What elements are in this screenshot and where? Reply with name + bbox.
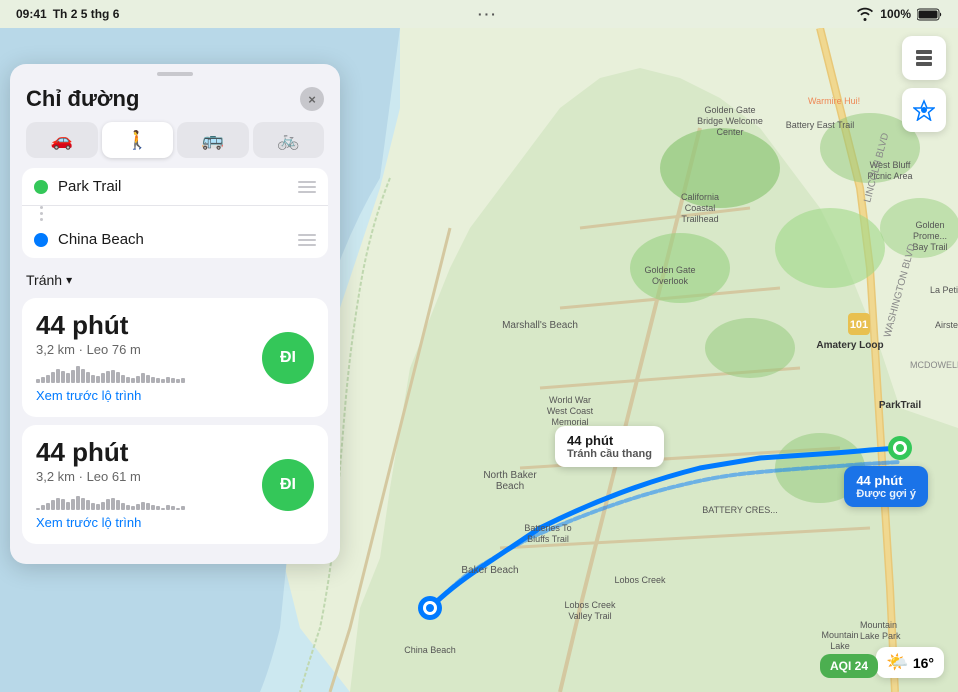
- svg-text:Marshall's Beach: Marshall's Beach: [502, 320, 578, 331]
- to-label: China Beach: [58, 231, 288, 248]
- aqi-label: AQI 24: [830, 659, 868, 673]
- svg-text:Airste...: Airste...: [935, 320, 958, 330]
- route-callout-1: 44 phút Tránh cầu thang: [555, 426, 664, 467]
- svg-text:MCDOWELL ST: MCDOWELL ST: [910, 360, 958, 370]
- route2-preview-link[interactable]: Xem trước lộ trình: [36, 515, 141, 530]
- tab-transit[interactable]: 🚌: [177, 122, 249, 158]
- svg-text:Lobos Creek: Lobos Creek: [564, 600, 616, 610]
- svg-text:Valley Trail: Valley Trail: [568, 611, 611, 621]
- route-option-2: 44 phút 3,2 km · Leo 61 m Xem trước lộ t…: [22, 425, 328, 544]
- callout1-detail: Tránh cầu thang: [567, 448, 652, 460]
- svg-text:Coastal: Coastal: [685, 203, 716, 213]
- time-display: 09:41: [16, 7, 47, 21]
- avoid-row: Tránh ▾: [10, 266, 340, 298]
- svg-text:Mountain: Mountain: [860, 620, 897, 630]
- from-drag[interactable]: [298, 181, 316, 193]
- svg-text:Battery East Trail: Battery East Trail: [786, 120, 855, 130]
- avoid-label: Tránh: [26, 272, 62, 288]
- dots-menu: ···: [478, 6, 498, 22]
- panel-header: Chỉ đường ×: [10, 76, 340, 118]
- svg-text:101: 101: [850, 319, 868, 331]
- status-right: 100%: [856, 7, 942, 21]
- car-icon: 🚗: [51, 130, 73, 151]
- svg-text:Beach: Beach: [496, 481, 524, 492]
- route-callout-2: 44 phút Được gợi ý: [844, 466, 928, 507]
- callout1-time: 44 phút: [567, 433, 652, 448]
- svg-text:Center: Center: [716, 127, 743, 137]
- svg-text:Overlook: Overlook: [652, 276, 689, 286]
- avoid-button[interactable]: Tránh ▾: [26, 272, 72, 288]
- battery-display: 100%: [880, 7, 911, 21]
- aqi-badge: AQI 24: [820, 654, 878, 678]
- svg-text:Warmire Hui!: Warmire Hui!: [808, 96, 860, 106]
- svg-text:Lake Park: Lake Park: [860, 631, 901, 641]
- tab-car[interactable]: 🚗: [26, 122, 98, 158]
- wifi-icon: [856, 7, 874, 21]
- walk-icon: 🚶: [126, 130, 148, 151]
- to-drag[interactable]: [298, 234, 316, 246]
- to-dot: [34, 233, 48, 247]
- date-display: Th 2 5 thg 6: [53, 7, 120, 21]
- route1-go-button[interactable]: ĐI: [262, 332, 314, 384]
- transport-tabs: 🚗 🚶 🚌 🚲: [10, 118, 340, 168]
- weather-temp: 16°: [913, 655, 934, 671]
- directions-panel: Chỉ đường × 🚗 🚶 🚌 🚲 Park Trail: [10, 64, 340, 564]
- svg-text:Bridge Welcome: Bridge Welcome: [697, 116, 763, 126]
- svg-text:Golden Gate: Golden Gate: [644, 265, 695, 275]
- map-area[interactable]: Golden Gate Bridge Welcome Center Batter…: [0, 28, 958, 692]
- svg-text:Golden Gate: Golden Gate: [704, 105, 755, 115]
- svg-text:California: California: [681, 192, 719, 202]
- svg-text:Lobos Creek: Lobos Creek: [614, 575, 666, 585]
- tab-bike[interactable]: 🚲: [253, 122, 325, 158]
- from-label: Park Trail: [58, 178, 288, 195]
- route2-go-button[interactable]: ĐI: [262, 459, 314, 511]
- svg-text:Bluffs Trail: Bluffs Trail: [527, 534, 569, 544]
- weather-badge: 🌤️ 16°: [876, 647, 944, 678]
- svg-text:Mountain: Mountain: [821, 630, 858, 640]
- svg-text:ParkTrail: ParkTrail: [879, 400, 921, 411]
- route-to: China Beach: [22, 221, 328, 258]
- svg-text:Golden: Golden: [915, 220, 944, 230]
- callout2-time: 44 phút: [856, 473, 916, 488]
- close-button[interactable]: ×: [300, 87, 324, 111]
- svg-text:Baker Beach: Baker Beach: [461, 565, 518, 576]
- route-from: Park Trail: [22, 168, 328, 206]
- chevron-down-icon: ▾: [66, 273, 72, 287]
- svg-text:La Petite Balein: La Petite Balein: [930, 285, 958, 295]
- tab-walk[interactable]: 🚶: [102, 122, 174, 158]
- route-option-1: 44 phút 3,2 km · Leo 76 m Xem trước lộ t…: [22, 298, 328, 417]
- location-button[interactable]: [902, 88, 946, 132]
- status-center: ···: [478, 6, 498, 22]
- callout2-detail: Được gợi ý: [856, 488, 916, 500]
- panel-title: Chỉ đường: [26, 86, 139, 112]
- svg-text:World War: World War: [549, 395, 591, 405]
- route-points: Park Trail China Beach: [22, 168, 328, 258]
- route-connector: [22, 206, 328, 221]
- map-layers-button[interactable]: [902, 36, 946, 80]
- weather-icon: 🌤️: [886, 652, 908, 673]
- svg-text:North Baker: North Baker: [483, 470, 537, 481]
- layers-icon: [913, 47, 935, 69]
- svg-text:Bay Trail: Bay Trail: [912, 242, 947, 252]
- location-icon: [913, 99, 935, 121]
- bike-icon: 🚲: [277, 130, 299, 151]
- status-bar: 09:41 Th 2 5 thg 6 ··· 100%: [0, 0, 958, 28]
- battery-icon: [917, 8, 942, 21]
- transit-icon: 🚌: [202, 130, 224, 151]
- svg-text:Amatery Loop: Amatery Loop: [816, 340, 883, 351]
- svg-text:Prome...: Prome...: [913, 231, 947, 241]
- route1-preview-link[interactable]: Xem trước lộ trình: [36, 388, 141, 403]
- from-dot: [34, 180, 48, 194]
- svg-text:Lake: Lake: [830, 641, 850, 651]
- svg-text:Batteries To: Batteries To: [524, 523, 571, 533]
- svg-text:Trailhead: Trailhead: [681, 214, 718, 224]
- svg-text:China Beach: China Beach: [404, 645, 456, 655]
- svg-text:West Coast: West Coast: [547, 406, 594, 416]
- svg-text:BATTERY CRES...: BATTERY CRES...: [702, 505, 778, 515]
- status-left: 09:41 Th 2 5 thg 6: [16, 7, 119, 21]
